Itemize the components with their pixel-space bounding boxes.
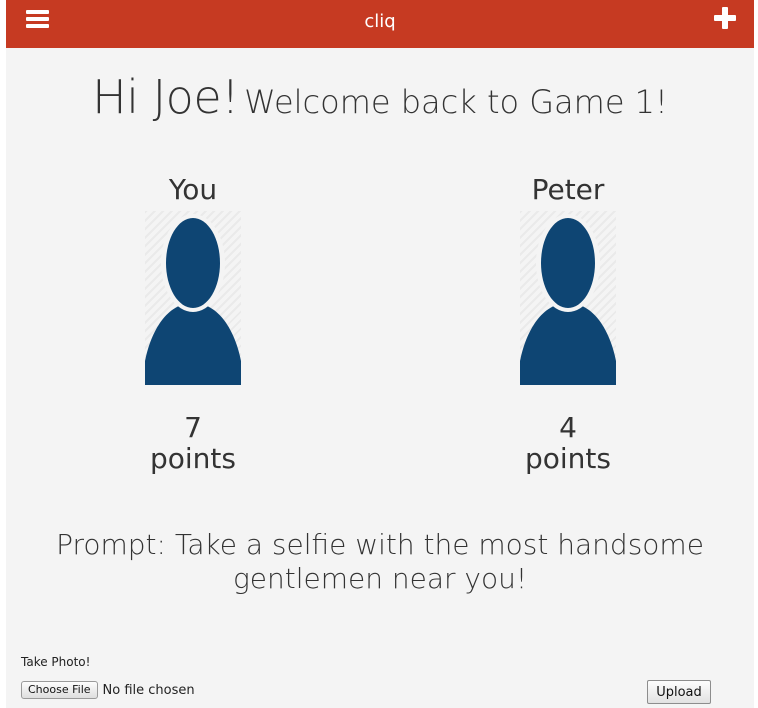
- player-score: 4: [559, 411, 577, 444]
- top-navbar: cliq: [6, 0, 754, 48]
- greeting-heading: Hi Joe! Welcome back to Game 1!: [6, 70, 754, 124]
- person-silhouette-icon: [145, 211, 241, 385]
- prompt-body: Prompt: Take a selfie with the most hand…: [56, 528, 704, 595]
- upload-button[interactable]: Upload: [647, 680, 711, 704]
- player-score: 7: [184, 411, 202, 444]
- player-card-you: You 7 points: [93, 173, 293, 475]
- person-silhouette-icon: [520, 211, 616, 385]
- prompt-text: Prompt: Take a selfie with the most hand…: [6, 528, 754, 596]
- welcome-message: Welcome back to Game 1!: [244, 83, 668, 121]
- choose-file-button[interactable]: Choose File: [21, 681, 98, 699]
- greeting-name: Hi Joe!: [92, 70, 240, 124]
- file-status-text: No file chosen: [102, 682, 195, 698]
- player-name: Peter: [531, 173, 605, 206]
- points-label: points: [525, 442, 611, 475]
- file-input: Choose File No file chosen: [21, 680, 195, 700]
- app-brand[interactable]: cliq: [6, 11, 754, 32]
- player-name: You: [168, 173, 218, 206]
- points-label: points: [150, 442, 236, 475]
- plus-icon[interactable]: [714, 7, 736, 29]
- player-card-peter: Peter 4 points: [468, 173, 668, 475]
- take-photo-label: Take Photo!: [21, 655, 91, 669]
